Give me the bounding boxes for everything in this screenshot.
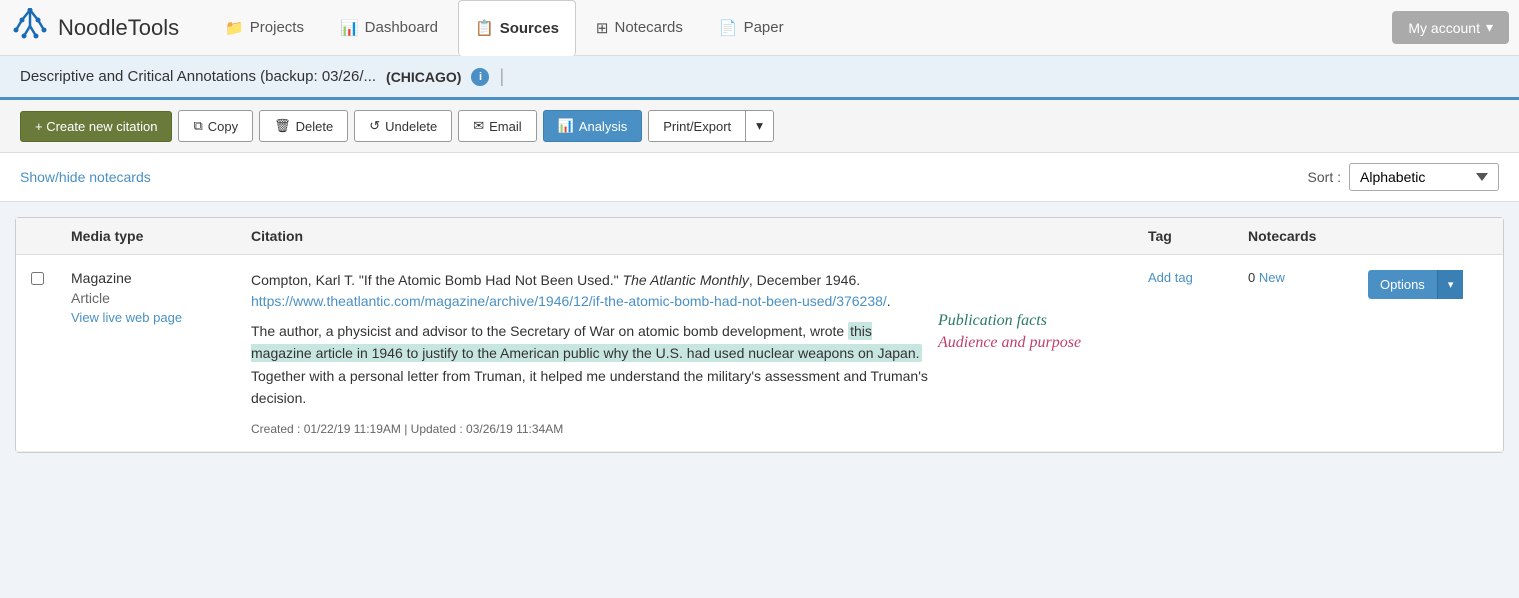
nav-label-projects: Projects [250,19,304,36]
options-button-group: Options ▾ [1368,270,1488,299]
nav-label-notecards: Notecards [615,19,683,36]
project-title: Descriptive and Critical Annotations (ba… [20,68,376,85]
annotation-post-text: Together with a personal letter from Tru… [251,368,928,406]
show-hide-notecards-link[interactable]: Show/hide notecards [20,169,151,185]
analysis-label: Analysis [579,119,627,134]
citation-annotation: The author, a physicist and advisor to t… [251,320,928,410]
create-new-citation-button[interactable]: + Create new citation [20,111,172,142]
add-tag-link[interactable]: Add tag [1148,270,1193,285]
nav-items: 📁 Projects 📊 Dashboard 📋 Sources ⊞ Notec… [209,0,1392,56]
options-cell: Options ▾ [1368,270,1488,299]
annotation-label-audience-purpose: Audience and purpose [938,334,1138,352]
nav-label-dashboard: Dashboard [365,19,438,36]
undelete-label: Undelete [385,119,437,134]
header-options-spacer [1368,228,1488,244]
email-label: Email [489,119,522,134]
chevron-down-icon: ▾ [1486,19,1493,36]
projects-icon: 📁 [225,19,244,37]
annotation-pre-text: The author, a physicist and advisor to t… [251,323,848,339]
my-account-button[interactable]: My account ▾ [1392,11,1509,44]
copy-button[interactable]: ⧉ Copy [178,110,253,142]
project-bar: Descriptive and Critical Annotations (ba… [0,56,1519,100]
view-live-web-page-link[interactable]: View live web page [71,310,251,325]
email-icon: ✉ [473,118,484,134]
print-export-dropdown-arrow[interactable]: ▾ [745,111,773,141]
header-checkbox-cell [31,228,71,244]
citation-url-link[interactable]: https://www.theatlantic.com/magazine/arc… [251,293,887,309]
table-header-row: Media type Citation Tag Notecards [16,218,1503,255]
row-checkbox-cell [31,270,71,285]
toolbar: + Create new citation ⧉ Copy 🗑 Delete ↺ … [0,100,1519,153]
logo-text: NoodleTools [58,15,179,41]
citation-text: Compton, Karl T. "If the Atomic Bomb Had… [251,270,1138,312]
undelete-button[interactable]: ↺ Undelete [354,110,452,142]
tag-cell: Add tag [1148,270,1248,285]
annotation-label-publication-facts: Publication facts [938,312,1138,330]
sub-toolbar: Show/hide notecards Sort : Alphabetic Da… [0,153,1519,202]
media-sub-label: Article [71,290,251,306]
nav-item-dashboard[interactable]: 📊 Dashboard [324,0,454,56]
delete-label: Delete [296,119,334,134]
undo-icon: ↺ [369,118,380,134]
options-main-button[interactable]: Options [1368,270,1437,299]
paper-icon: 📄 [719,19,738,37]
nav-item-notecards[interactable]: ⊞ Notecards [580,0,699,56]
print-export-button[interactable]: Print/Export [649,111,745,141]
media-type-label: Magazine [71,270,251,286]
notecards-new-link[interactable]: New [1259,270,1285,285]
media-type-cell: Magazine Article View live web page [71,270,251,325]
table-row: Magazine Article View live web page Comp… [16,255,1503,452]
print-export-group: Print/Export ▾ [648,110,774,142]
trash-icon: 🗑 [274,118,291,134]
dashboard-icon: 📊 [340,19,359,37]
analysis-button[interactable]: 📊 Analysis [543,110,643,142]
notecards-icon: ⊞ [596,19,609,37]
nav-item-projects[interactable]: 📁 Projects [209,0,320,56]
sort-area: Sort : Alphabetic Date added Date modifi… [1308,163,1499,191]
project-style: (CHICAGO) [386,69,461,85]
sources-icon: 📋 [475,19,494,37]
citation-date: , December 1946. [749,272,860,288]
pipe-divider: | [499,66,504,87]
citation-cell: Compton, Karl T. "If the Atomic Bomb Had… [251,270,1148,436]
sort-select[interactable]: Alphabetic Date added Date modified Medi… [1349,163,1499,191]
nav-item-sources[interactable]: 📋 Sources [458,0,576,56]
header-tag: Tag [1148,228,1248,244]
citation-journal: The Atlantic Monthly [623,272,749,288]
delete-button[interactable]: 🗑 Delete [259,110,348,142]
citation-authors: Compton, Karl T. "If the Atomic Bomb Had… [251,272,623,288]
copy-label: Copy [208,119,238,134]
notecards-count: 0 [1248,270,1255,285]
notecards-cell: 0 New [1248,270,1368,285]
header-media-type: Media type [71,228,251,244]
top-navigation: NoodleTools 📁 Projects 📊 Dashboard 📋 Sou… [0,0,1519,56]
annotation-wrapper: The author, a physicist and advisor to t… [251,312,1138,410]
nav-label-sources: Sources [500,20,559,37]
nav-item-paper[interactable]: 📄 Paper [703,0,800,56]
options-dropdown-arrow[interactable]: ▾ [1437,270,1464,299]
sort-label: Sort : [1308,169,1341,185]
header-citation: Citation [251,228,1148,244]
info-icon[interactable]: i [471,68,489,86]
row-checkbox[interactable] [31,272,44,285]
annotation-side-labels: Publication facts Audience and purpose [938,312,1138,352]
my-account-label: My account [1408,20,1480,36]
nav-label-paper: Paper [744,19,784,36]
citations-table: Media type Citation Tag Notecards Magazi… [15,217,1504,453]
annotation-text-area: The author, a physicist and advisor to t… [251,312,928,410]
copy-icon: ⧉ [193,118,202,134]
citation-period: . [887,293,891,309]
chart-icon: 📊 [558,118,574,134]
logo-icon [10,8,50,48]
logo-area: NoodleTools [10,8,179,48]
citation-timestamps: Created : 01/22/19 11:19AM | Updated : 0… [251,422,1138,436]
header-notecards: Notecards [1248,228,1368,244]
email-button[interactable]: ✉ Email [458,110,536,142]
